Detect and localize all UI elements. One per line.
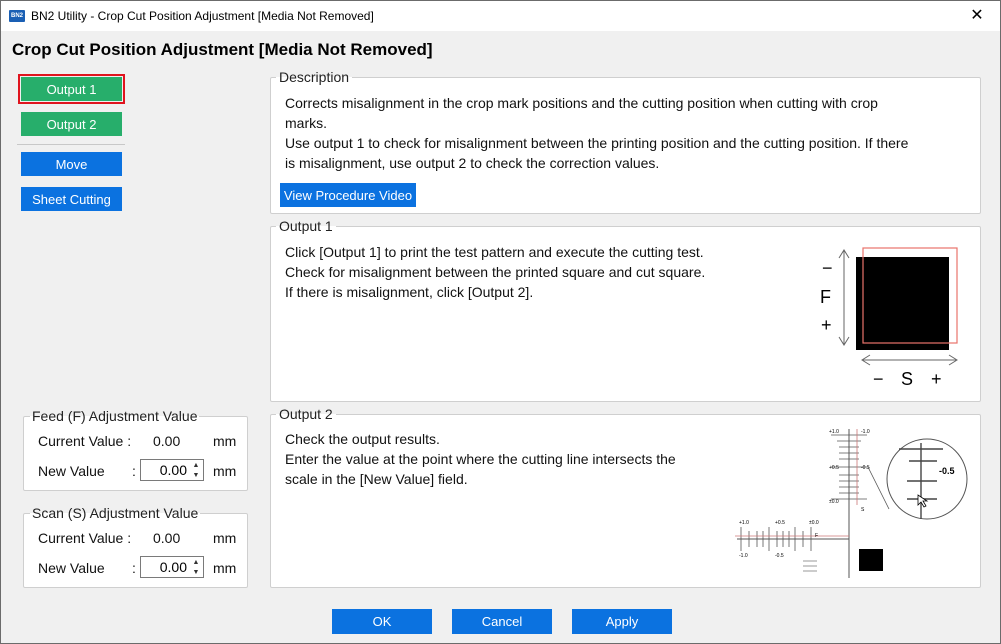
horizontal-scale-marks bbox=[803, 560, 817, 572]
sidebar-divider bbox=[17, 144, 125, 145]
view-procedure-video-button[interactable]: View Procedure Video bbox=[280, 183, 416, 207]
description-line-1: Corrects misalignment in the crop mark p… bbox=[285, 95, 878, 111]
output-2-title: Output 2 bbox=[279, 406, 333, 422]
h-tick-m10: -1.0 bbox=[739, 553, 748, 559]
feed-minus-label: − bbox=[822, 258, 833, 278]
printed-square bbox=[856, 257, 949, 350]
description-line-4: is misalignment, use output 2 to check t… bbox=[285, 155, 660, 171]
ok-button[interactable]: OK bbox=[332, 609, 432, 634]
feed-new-value-input[interactable] bbox=[141, 460, 189, 480]
scan-s-label: S bbox=[901, 369, 913, 389]
feed-plus-label: + bbox=[821, 315, 832, 335]
sheet-cutting-button[interactable]: Sheet Cutting bbox=[21, 187, 122, 211]
scan-new-colon: : bbox=[132, 560, 136, 576]
app-icon: BN2 bbox=[9, 10, 25, 22]
h-tick-p10: +1.0 bbox=[739, 520, 749, 526]
feed-group-title: Feed (F) Adjustment Value bbox=[32, 408, 198, 424]
output-1-line-1: Click [Output 1] to print the test patte… bbox=[285, 244, 704, 260]
scan-spin-down-icon[interactable]: ▼ bbox=[191, 568, 201, 577]
title-bar: BN2 BN2 Utility - Crop Cut Position Adju… bbox=[1, 1, 1000, 31]
v-tick-p10: +1.0 bbox=[829, 429, 839, 435]
printed-mark-square bbox=[859, 549, 883, 571]
zoom-circle bbox=[886, 438, 968, 520]
output-2-line-2: Enter the value at the point where the c… bbox=[285, 451, 676, 467]
scan-plus-label: + bbox=[931, 369, 942, 389]
scan-current-value: 0.00 bbox=[153, 530, 181, 546]
output-1-diagram: − F + − S + bbox=[820, 247, 958, 389]
output-2-diagram: +1.0 -1.0 +0.5 -0.5 ±0.0 S +1.0 +0.5 ±0.… bbox=[735, 429, 968, 578]
output-2-button[interactable]: Output 2 bbox=[21, 112, 122, 136]
description-line-2: marks. bbox=[285, 115, 327, 131]
scan-current-label: Current Value : bbox=[38, 530, 132, 546]
output-1-title: Output 1 bbox=[279, 218, 333, 234]
scan-spin-up-icon[interactable]: ▲ bbox=[191, 558, 201, 567]
dialog-window: BN2 BN2 Utility - Crop Cut Position Adju… bbox=[0, 0, 1001, 644]
feed-new-label: New Value bbox=[38, 463, 105, 479]
feed-current-value: 0.00 bbox=[153, 433, 181, 449]
feed-current-label: Current Value : bbox=[38, 433, 132, 449]
scan-new-label: New Value bbox=[38, 560, 105, 576]
close-button[interactable]: ✕ bbox=[954, 1, 1000, 31]
cancel-button[interactable]: Cancel bbox=[452, 609, 552, 634]
page-title: Crop Cut Position Adjustment [Media Not … bbox=[12, 40, 433, 59]
output-2-line-3: scale in the [New Value] field. bbox=[285, 471, 468, 487]
scan-new-value-input[interactable] bbox=[141, 557, 189, 577]
feed-spin-up-icon[interactable]: ▲ bbox=[191, 461, 201, 470]
feed-current-unit: mm bbox=[213, 433, 237, 449]
output-2-line-1: Check the output results. bbox=[285, 431, 440, 447]
description-title: Description bbox=[279, 69, 350, 85]
h-tick-00: ±0.0 bbox=[809, 520, 819, 526]
feed-new-colon: : bbox=[132, 463, 136, 479]
feed-f-label: F bbox=[820, 287, 831, 307]
scan-new-unit: mm bbox=[213, 560, 237, 576]
v-tick-m10: -1.0 bbox=[861, 429, 870, 435]
scan-group-title: Scan (S) Adjustment Value bbox=[32, 505, 199, 521]
output-1-button[interactable]: Output 1 bbox=[18, 74, 125, 104]
v-s-label: S bbox=[861, 507, 865, 513]
move-button[interactable]: Move bbox=[21, 152, 122, 176]
apply-button[interactable]: Apply bbox=[572, 609, 672, 634]
close-icon: ✕ bbox=[970, 7, 984, 24]
window-title: BN2 Utility - Crop Cut Position Adjustme… bbox=[31, 9, 374, 23]
zoom-leader-line bbox=[867, 466, 890, 510]
scan-minus-label: − bbox=[873, 369, 884, 389]
h-tick-p05: +0.5 bbox=[775, 520, 785, 526]
output-1-line-2: Check for misalignment between the print… bbox=[285, 264, 706, 280]
feed-new-value-stepper[interactable]: ▲ ▼ bbox=[140, 459, 204, 481]
v-tick-00: ±0.0 bbox=[829, 499, 839, 505]
output-1-line-3: If there is misalignment, click [Output … bbox=[285, 284, 534, 300]
feed-new-unit: mm bbox=[213, 463, 237, 479]
scan-new-value-stepper[interactable]: ▲ ▼ bbox=[140, 556, 204, 578]
zoom-value-label: -0.5 bbox=[939, 466, 955, 476]
feed-spin-down-icon[interactable]: ▼ bbox=[191, 471, 201, 480]
scan-current-unit: mm bbox=[213, 530, 237, 546]
v-tick-p05: +0.5 bbox=[829, 465, 839, 471]
h-tick-m05: -0.5 bbox=[775, 553, 784, 559]
h-f-label: F bbox=[815, 533, 818, 539]
description-line-3: Use output 1 to check for misalignment b… bbox=[285, 135, 909, 151]
